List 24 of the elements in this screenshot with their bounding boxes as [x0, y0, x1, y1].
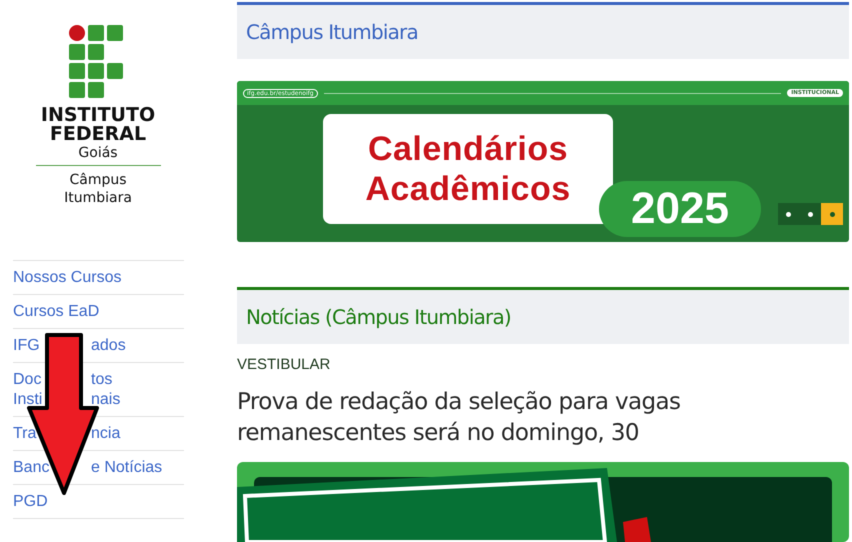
menu-link[interactable]: nais: [91, 391, 120, 408]
banner-title: Calendários: [368, 129, 568, 170]
menu-link[interactable]: Doc: [13, 371, 42, 388]
logo-text: FEDERAL: [50, 125, 146, 144]
banner-year: 2025: [599, 181, 761, 238]
menu-link[interactable]: Nossos Cursos: [13, 269, 122, 286]
banner-title: Acadêmicos: [365, 169, 571, 210]
logo-text: INSTITUTO: [40, 106, 156, 125]
logo-subtitle: Goiás: [78, 144, 118, 162]
menu-link[interactable]: Insti: [13, 391, 42, 408]
menu-link[interactable]: ados: [91, 337, 126, 354]
menu-link[interactable]: Banc: [13, 459, 50, 476]
section-title: Câmpus Itumbiara: [246, 20, 418, 44]
menu-link[interactable]: Cursos EaD: [13, 303, 100, 320]
menu-link[interactable]: tos: [91, 371, 112, 388]
news-category: VESTIBULAR: [237, 356, 332, 373]
menu-link[interactable]: ncia: [91, 425, 120, 442]
news-headline[interactable]: Prova de redação da seleção para vagas remanescentes será no domingo, 30: [237, 386, 849, 449]
menu-link[interactable]: e Notícias: [91, 459, 162, 476]
section-title: Notícias (Câmpus Itumbiara): [246, 304, 511, 329]
campus-name: Câmpus Itumbiara: [36, 165, 160, 207]
menu-link[interactable]: PGD: [13, 493, 48, 510]
menu-link[interactable]: Tra: [13, 425, 36, 442]
menu-link[interactable]: IFG: [13, 337, 40, 354]
